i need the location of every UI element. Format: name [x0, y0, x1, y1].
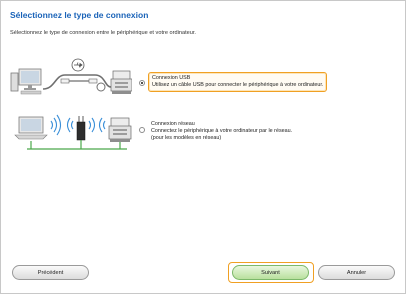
- option-usb[interactable]: Connexion USB Utilisez un câble USB pour…: [7, 53, 399, 103]
- option-network-choice[interactable]: Connexion réseau Connectez le périphériq…: [139, 119, 295, 144]
- usb-radio-button[interactable]: [139, 80, 145, 86]
- wireless-signal-router-icon: [66, 117, 106, 133]
- usb-option-label[interactable]: Connexion USB Utilisez un câble USB pour…: [148, 72, 328, 92]
- usb-symbol-icon: [71, 58, 85, 72]
- network-printer-icon: [108, 117, 132, 142]
- usb-option-title: Connexion USB: [152, 75, 191, 81]
- usb-option-description: Utilisez un câble USB pour connecter le …: [152, 82, 324, 88]
- previous-button[interactable]: Précédent: [12, 265, 89, 280]
- router-icon: [76, 116, 86, 141]
- network-option-note: (pour les modèles en réseau): [151, 135, 222, 141]
- wireless-signal-icon: [50, 114, 62, 136]
- page-title: Sélectionnez le type de connexion: [10, 10, 149, 20]
- network-option-label[interactable]: Connexion réseau Connectez le périphériq…: [148, 119, 295, 144]
- laptop-icon: [14, 116, 48, 140]
- network-option-title: Connexion réseau: [151, 121, 195, 127]
- connection-options: Connexion USB Utilisez un câble USB pour…: [7, 53, 399, 150]
- option-usb-choice[interactable]: Connexion USB Utilisez un câble USB pour…: [139, 72, 328, 92]
- option-network[interactable]: Connexion réseau Connectez le périphériq…: [7, 105, 399, 155]
- usb-cable-icon: [42, 74, 112, 92]
- computer-icon: [10, 68, 42, 95]
- printer-icon: [110, 70, 132, 94]
- network-option-description: Connectez le périphérique à votre ordina…: [151, 128, 293, 134]
- next-button[interactable]: Suivant: [232, 265, 309, 280]
- network-connection-illustration: [14, 114, 132, 150]
- page-subtitle: Sélectionnez le type de connexion entre …: [10, 30, 196, 36]
- usb-connection-illustration: [10, 58, 132, 95]
- installer-window: Sélectionnez le type de connexion Sélect…: [0, 0, 406, 294]
- cancel-button[interactable]: Annuler: [318, 265, 395, 280]
- network-radio-button[interactable]: [139, 127, 145, 133]
